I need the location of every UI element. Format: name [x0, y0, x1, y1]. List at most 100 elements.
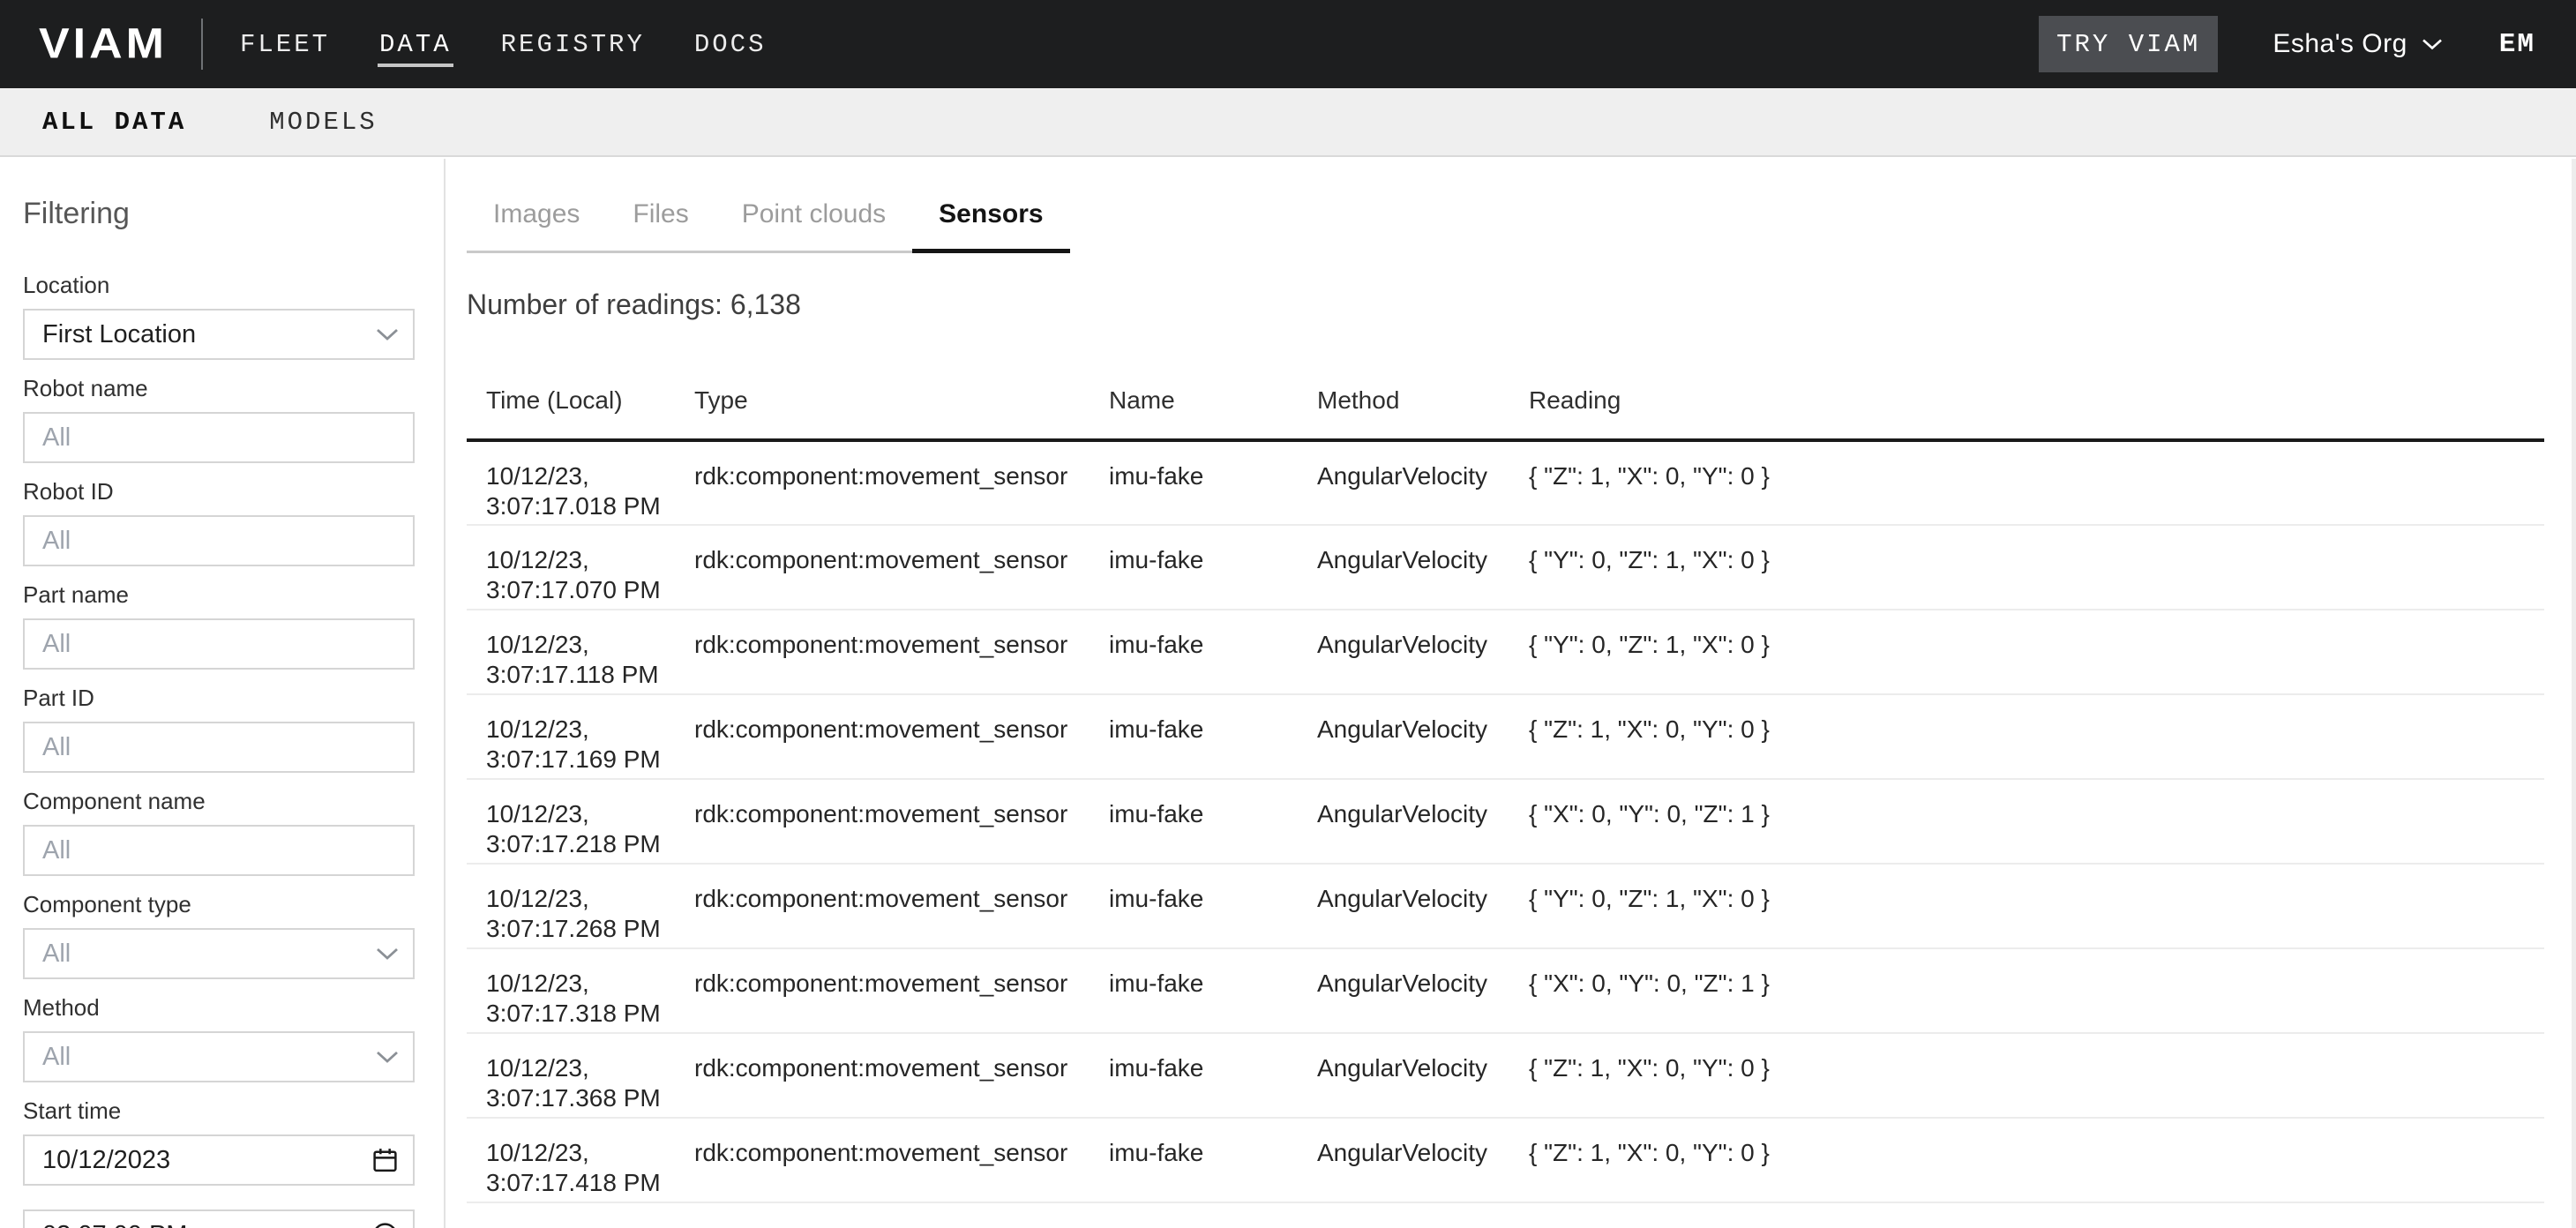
tab-files[interactable]: Files: [606, 198, 715, 251]
component-type-value: All: [42, 940, 71, 969]
cell-type: rdk:component:movement_sensor: [675, 694, 1090, 779]
component-type-label: Component type: [23, 891, 415, 917]
tab-images[interactable]: Images: [467, 198, 606, 251]
scrollbar-track[interactable]: [2572, 159, 2576, 1228]
time-date-line: 10/12/23,: [486, 1053, 675, 1083]
subnav-tab-all-data[interactable]: ALL DATA: [42, 108, 186, 137]
field-location: LocationFirst Location: [23, 272, 415, 360]
org-name: Esha's Org: [2273, 29, 2407, 59]
cell-type: rdk:component:movement_sensor: [675, 1033, 1090, 1118]
time-date-line: 10/12/23,: [486, 1138, 675, 1168]
cell-method: AngularVelocity: [1298, 1118, 1509, 1202]
cell-time: 10/12/23,3:07:17.218 PM: [467, 779, 675, 864]
cell-reading: { "X": 0, "Y": 0, "Z": 1 }: [1509, 779, 2544, 864]
column-header-time-local: Time (Local): [467, 359, 675, 440]
cell-type: rdk:component:movement_sensor: [675, 610, 1090, 694]
viam-app: VIAM FLEET DATA REGISTRY DOCS TRY VIAM Esha…: [0, 0, 2576, 1228]
cell-method: AngularVelocity: [1298, 694, 1509, 779]
field-start-time: 03:07:00 PM: [23, 1209, 415, 1228]
location-select[interactable]: First Location: [23, 309, 415, 360]
cell-type: rdk:component:movement_sensor: [675, 948, 1090, 1033]
cell-reading: { "Z": 1, "X": 0, "Y": 0 }: [1509, 1033, 2544, 1118]
cell-type: rdk:component:movement_sensor: [675, 779, 1090, 864]
filter-sidebar: Filtering LocationFirst LocationRobot na…: [0, 159, 446, 1228]
table-row: 10/12/23,3:07:17.268 PMrdk:component:mov…: [467, 864, 2544, 948]
cell-time: 10/12/23,3:07:17.318 PM: [467, 948, 675, 1033]
nav-link-data[interactable]: DATA: [379, 0, 452, 88]
org-switcher[interactable]: Esha's Org: [2273, 29, 2442, 59]
cell-time: 10/12/23,3:07:17.118 PM: [467, 610, 675, 694]
time-date-line: 10/12/23,: [486, 799, 675, 829]
filter-fields: LocationFirst LocationRobot nameAllRobot…: [23, 272, 415, 1228]
tab-point-clouds[interactable]: Point clouds: [715, 198, 912, 251]
component-name-input[interactable]: All: [23, 825, 415, 876]
cell-method: AngularVelocity: [1298, 1033, 1509, 1118]
field-start-date: Start time10/12/2023: [23, 1097, 415, 1186]
cell-time: 10/12/23,3:07:17.368 PM: [467, 1033, 675, 1118]
field-component-type: Component type All: [23, 891, 415, 979]
clock-icon: [371, 1222, 399, 1228]
part-name-input[interactable]: All: [23, 618, 415, 670]
cell-reading: { "Z": 1, "X": 0, "Y": 0 }: [1509, 1118, 2544, 1202]
time-clock-line: 3:07:17.218 PM: [486, 829, 675, 859]
method-value: All: [42, 1043, 71, 1072]
cell-reading: { "Y": 0, "Z": 1, "X": 0 }: [1509, 610, 2544, 694]
start-time-time-input[interactable]: 03:07:00 PM: [23, 1209, 415, 1228]
data-type-tabs: ImagesFilesPoint cloudsSensors: [467, 198, 1070, 253]
robot-name-value: All: [42, 423, 71, 453]
nav-right: TRY VIAM Esha's Org EM: [2039, 16, 2535, 72]
chevron-down-icon: [376, 947, 399, 961]
nav-link-docs[interactable]: DOCS: [694, 0, 767, 88]
table-row: 10/12/23,3:07:17.070 PMrdk:component:mov…: [467, 525, 2544, 610]
time-date-line: 10/12/23,: [486, 715, 675, 745]
cell-name: imu-fake: [1090, 1118, 1298, 1202]
robot-id-input[interactable]: All: [23, 515, 415, 566]
component-name-label: Component name: [23, 788, 415, 814]
field-robot-id: Robot ID All: [23, 478, 415, 566]
start-time-value: 03:07:00 PM: [42, 1221, 187, 1228]
table-row: 10/12/23,3:07:17.218 PMrdk:component:mov…: [467, 779, 2544, 864]
try-viam-button[interactable]: TRY VIAM: [2039, 16, 2218, 72]
cell-method: AngularVelocity: [1298, 525, 1509, 610]
nav-link-registry[interactable]: REGISTRY: [501, 0, 645, 88]
cell-type: rdk:component:movement_sensor: [675, 525, 1090, 610]
table-body: 10/12/23,3:07:17.018 PMrdk:component:mov…: [467, 440, 2544, 1202]
robot-name-input[interactable]: All: [23, 412, 415, 463]
robot-id-label: Robot ID: [23, 478, 415, 505]
avatar[interactable]: EM: [2499, 29, 2535, 60]
calendar-icon: [371, 1147, 399, 1174]
table-row: 10/12/23,3:07:17.368 PMrdk:component:mov…: [467, 1033, 2544, 1118]
tab-sensors[interactable]: Sensors: [912, 198, 1069, 251]
nav-link-fleet[interactable]: FLEET: [240, 0, 330, 88]
cell-reading: { "X": 0, "Y": 0, "Z": 1 }: [1509, 948, 2544, 1033]
time-date-line: 10/12/23,: [486, 545, 675, 575]
method-label: Method: [23, 994, 415, 1021]
part-id-input[interactable]: All: [23, 722, 415, 773]
time-date-line: 10/12/23,: [486, 969, 675, 999]
time-clock-line: 3:07:17.169 PM: [486, 745, 675, 775]
viam-logo[interactable]: VIAM: [39, 19, 168, 68]
sensor-readings-table: Time (Local)TypeNameMethodReading 10/12/…: [467, 359, 2544, 1203]
time-clock-line: 3:07:17.368 PM: [486, 1083, 675, 1113]
cell-type: rdk:component:movement_sensor: [675, 864, 1090, 948]
time-clock-line: 3:07:17.318 PM: [486, 999, 675, 1029]
component-name-value: All: [42, 836, 71, 865]
time-clock-line: 3:07:17.118 PM: [486, 660, 675, 690]
method-select[interactable]: All: [23, 1031, 415, 1082]
time-date-line: 10/12/23,: [486, 884, 675, 914]
cell-method: AngularVelocity: [1298, 440, 1509, 525]
component-type-select[interactable]: All: [23, 928, 415, 979]
start-date-date-input[interactable]: 10/12/2023: [23, 1134, 415, 1186]
subnav-tab-models[interactable]: MODELS: [269, 108, 377, 137]
cell-time: 10/12/23,3:07:17.169 PM: [467, 694, 675, 779]
cell-name: imu-fake: [1090, 779, 1298, 864]
part-id-value: All: [42, 733, 71, 762]
cell-reading: { "Y": 0, "Z": 1, "X": 0 }: [1509, 864, 2544, 948]
column-header-method: Method: [1298, 359, 1509, 440]
cell-method: AngularVelocity: [1298, 779, 1509, 864]
cell-time: 10/12/23,3:07:17.070 PM: [467, 525, 675, 610]
cell-type: rdk:component:movement_sensor: [675, 440, 1090, 525]
column-header-type: Type: [675, 359, 1090, 440]
cell-name: imu-fake: [1090, 948, 1298, 1033]
cell-name: imu-fake: [1090, 864, 1298, 948]
